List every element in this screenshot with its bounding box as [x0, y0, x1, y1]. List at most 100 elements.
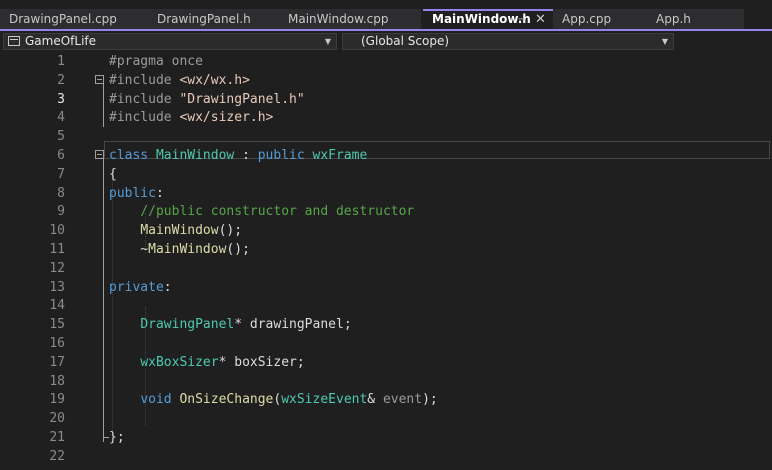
- code-line[interactable]: 4 #include <wx/sizer.h>: [0, 108, 772, 127]
- code-text: private:: [109, 278, 172, 297]
- code-token: };: [109, 430, 125, 445]
- code-token: public: [109, 185, 156, 201]
- line-number: 12: [49, 260, 65, 276]
- code-text: ~MainWindow();: [109, 240, 250, 259]
- code-text: #include "DrawingPanel.h": [109, 90, 305, 109]
- code-line[interactable]: 16: [0, 334, 772, 353]
- line-number: 7: [57, 166, 65, 182]
- line-number: 16: [49, 336, 65, 351]
- line-number: 17: [49, 354, 65, 370]
- tab-label: App.cpp: [562, 12, 612, 26]
- collapse-icon[interactable]: [95, 74, 104, 84]
- code-token: &: [367, 392, 383, 408]
- code-editor[interactable]: 1 #pragma once 2 #include <wx/wx.h> 3 #includ…: [0, 52, 772, 470]
- navigation-bar: GameOfLife ▼ (Global Scope) ▼: [0, 31, 772, 52]
- code-token: wxBoxSizer: [140, 354, 219, 370]
- code-line[interactable]: 21};: [0, 428, 772, 447]
- code-line[interactable]: 20: [0, 409, 772, 428]
- line-number: 8: [57, 185, 65, 201]
- tab-drawingpanel-cpp[interactable]: DrawingPanel.cpp: [0, 9, 148, 29]
- code-line[interactable]: 6 class MainWindow : public wxFrame: [0, 146, 772, 165]
- line-number: 20: [49, 411, 65, 427]
- code-line[interactable]: 2 #include <wx/wx.h>: [0, 71, 772, 90]
- line-number: 6: [57, 148, 65, 163]
- tab-mainwindow-h[interactable]: MainWindow.h ⊸ ✕: [423, 9, 553, 29]
- tab-app-cpp[interactable]: App.cpp: [553, 9, 647, 29]
- code-text: void OnSizeChange(wxSizeEvent& event);: [109, 390, 438, 409]
- tab-app-h[interactable]: App.h: [647, 9, 744, 29]
- code-line[interactable]: 5: [0, 127, 772, 146]
- code-token: :: [234, 148, 258, 163]
- chevron-down-icon: ▼: [324, 37, 331, 46]
- code-line[interactable]: 19 void OnSizeChange(wxSizeEvent& event)…: [0, 390, 772, 409]
- code-line[interactable]: 15 DrawingPanel* drawingPanel;: [0, 315, 772, 334]
- code-text: #pragma once: [109, 52, 203, 71]
- collapse-icon[interactable]: [95, 150, 104, 159]
- line-number: 11: [49, 242, 65, 257]
- code-text: class MainWindow : public wxFrame: [109, 146, 367, 165]
- code-token: *: [218, 354, 235, 370]
- project-icon: [8, 36, 20, 46]
- code-token: boxSizer: [234, 354, 297, 370]
- code-text: public:: [109, 184, 164, 203]
- tab-label: App.h: [656, 12, 691, 26]
- code-text: #include <wx/wx.h>: [109, 71, 250, 90]
- code-token: #include: [109, 72, 180, 88]
- tab-mainwindow-cpp[interactable]: MainWindow.cpp: [279, 9, 421, 29]
- code-token: MainWindow: [148, 242, 227, 257]
- code-text: //public constructor and destructor: [109, 202, 414, 221]
- code-token: :: [163, 279, 172, 295]
- code-token: wxFrame: [312, 148, 368, 163]
- tab-label: DrawingPanel.cpp: [9, 12, 117, 26]
- pin-icon[interactable]: ⊸: [518, 11, 526, 28]
- line-number: 10: [49, 223, 65, 239]
- code-line[interactable]: 7{: [0, 165, 772, 184]
- line-number: 15: [49, 317, 65, 333]
- code-text: MainWindow();: [109, 221, 242, 240]
- code-token: ;: [296, 354, 305, 370]
- code-line[interactable]: 1 #pragma once: [0, 52, 772, 71]
- code-token: wxSizeEvent: [281, 392, 368, 408]
- line-number: 21: [49, 430, 65, 445]
- code-token: class: [109, 148, 156, 163]
- code-line[interactable]: 9 //public constructor and destructor: [0, 202, 772, 221]
- scope-dropdown[interactable]: (Global Scope) ▼: [342, 33, 674, 50]
- code-token: void: [140, 392, 180, 408]
- code-line[interactable]: 8 public:: [0, 184, 772, 203]
- code-token: *: [234, 317, 250, 333]
- code-text: {: [109, 165, 117, 184]
- code-token: #include: [109, 91, 180, 107]
- code-line[interactable]: 18: [0, 372, 772, 391]
- line-number: 3: [57, 91, 65, 107]
- code-line[interactable]: 3 #include "DrawingPanel.h": [0, 90, 772, 109]
- code-line[interactable]: 14: [0, 296, 772, 315]
- code-token: <wx/sizer.h>: [179, 110, 274, 126]
- code-line[interactable]: 10 MainWindow();: [0, 221, 772, 240]
- code-line[interactable]: 22: [0, 447, 772, 466]
- code-token: ();: [218, 223, 243, 239]
- line-number: 5: [57, 129, 65, 145]
- code-token: ~: [109, 242, 149, 257]
- code-token: :: [155, 185, 164, 201]
- code-line[interactable]: 13 private:: [0, 278, 772, 297]
- line-number: 14: [49, 298, 65, 314]
- tab-label: DrawingPanel.h: [157, 12, 251, 26]
- line-number: 2: [57, 72, 65, 88]
- document-tab-bar: DrawingPanel.cpp DrawingPanel.h MainWind…: [0, 0, 772, 30]
- code-token: {: [109, 166, 117, 182]
- code-line[interactable]: 17 wxBoxSizer* boxSizer;: [0, 353, 772, 372]
- close-icon[interactable]: ✕: [535, 11, 546, 28]
- code-token: #include: [109, 110, 180, 126]
- tab-drawingpanel-h[interactable]: DrawingPanel.h: [148, 9, 279, 29]
- code-token: "DrawingPanel.h": [179, 91, 305, 107]
- code-line[interactable]: 12: [0, 259, 772, 278]
- code-token: drawingPanel: [249, 317, 344, 333]
- code-token: ;: [343, 317, 352, 333]
- code-token: <wx/wx.h>: [179, 72, 250, 88]
- code-line[interactable]: 11 ~MainWindow();: [0, 240, 772, 259]
- project-dropdown[interactable]: GameOfLife ▼: [3, 33, 337, 50]
- code-token: );: [422, 392, 438, 408]
